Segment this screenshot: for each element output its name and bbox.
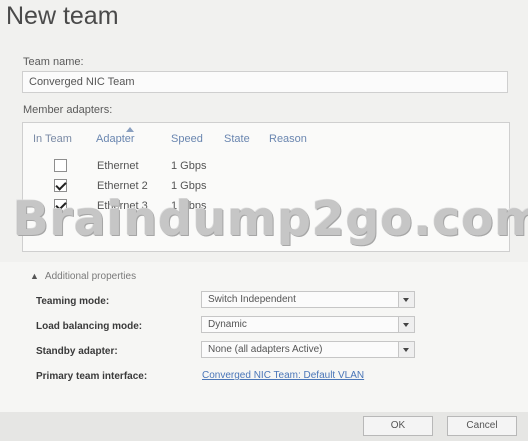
dialog-title: New team <box>6 2 119 30</box>
chevron-down-icon[interactable] <box>398 292 414 307</box>
primary-team-interface-label: Primary team interface: <box>36 371 148 382</box>
sort-ascending-icon <box>126 127 134 132</box>
teaming-mode-label: Teaming mode: <box>36 296 110 307</box>
watermark: Braindump2go.com <box>13 192 528 247</box>
cancel-button[interactable]: Cancel <box>447 416 517 436</box>
adapter-speed: 1 Gbps <box>171 160 207 172</box>
adapter-speed: 1 Gbps <box>171 180 207 192</box>
team-name-label: Team name: <box>23 56 84 68</box>
table-row[interactable]: Ethernet 1 Gbps <box>23 158 509 176</box>
additional-properties-expander[interactable]: ▲ Additional properties <box>30 271 136 282</box>
load-balancing-value: Dynamic <box>208 319 247 330</box>
standby-adapter-dropdown[interactable]: None (all adapters Active) <box>201 341 415 358</box>
load-balancing-dropdown[interactable]: Dynamic <box>201 316 415 333</box>
teaming-mode-dropdown[interactable]: Switch Independent <box>201 291 415 308</box>
teaming-mode-value: Switch Independent <box>208 294 296 305</box>
column-header-reason[interactable]: Reason <box>269 133 307 145</box>
adapter-name: Ethernet 2 <box>97 180 148 192</box>
chevron-down-icon[interactable] <box>398 317 414 332</box>
in-team-checkbox[interactable] <box>54 159 67 172</box>
column-header-speed[interactable]: Speed <box>171 133 203 145</box>
expander-label: Additional properties <box>44 271 137 282</box>
ok-button[interactable]: OK <box>363 416 433 436</box>
chevron-down-icon[interactable] <box>398 342 414 357</box>
member-adapters-label: Member adapters: <box>23 104 113 116</box>
standby-adapter-label: Standby adapter: <box>36 346 118 357</box>
standby-adapter-value: None (all adapters Active) <box>208 344 323 355</box>
additional-properties-panel <box>0 262 528 412</box>
team-name-input[interactable]: Converged NIC Team <box>22 71 508 93</box>
load-balancing-label: Load balancing mode: <box>36 321 143 332</box>
column-header-state[interactable]: State <box>224 133 250 145</box>
adapter-name: Ethernet <box>97 160 139 172</box>
primary-team-interface-link[interactable]: Converged NIC Team: Default VLAN <box>202 370 364 381</box>
chevron-up-icon: ▲ <box>30 271 39 281</box>
column-header-in-team[interactable]: In Team <box>33 133 72 145</box>
in-team-checkbox-checked[interactable] <box>54 179 67 192</box>
column-header-adapter[interactable]: Adapter <box>96 133 135 145</box>
